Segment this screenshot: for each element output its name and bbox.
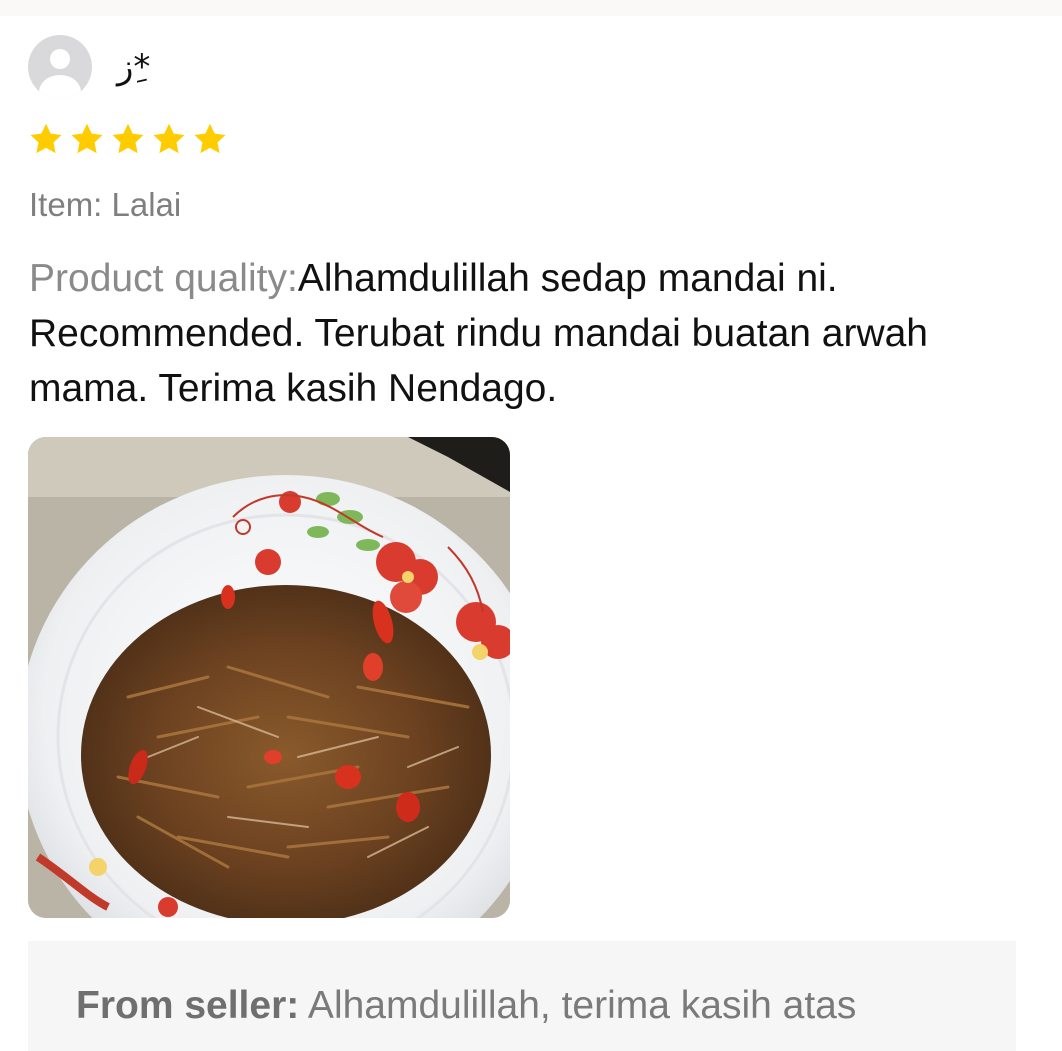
user-avatar-icon[interactable] [28, 35, 92, 99]
reviewer-name: ﺯ*ِ [117, 47, 151, 87]
avatar-body-shape [39, 75, 81, 99]
seller-reply: From seller: Alhamdulillah, terima kasih… [76, 981, 1006, 1031]
review-card: ﺯ*ِ Item: Lalai Product quality:Alhamdul… [0, 0, 1062, 1051]
review-comment: Product quality:Alhamdulillah sedap mand… [29, 251, 1019, 416]
seller-reply-text: Alhamdulillah, terima kasih atas [299, 984, 857, 1027]
star-icon [194, 123, 226, 154]
product-quality-label: Product quality: [29, 257, 298, 300]
item-variation: Item: Lalai [29, 186, 182, 223]
star-icon [30, 123, 62, 154]
star-rating [28, 121, 228, 161]
star-icon [71, 123, 103, 154]
seller-reply-label: From seller: [76, 984, 300, 1027]
star-icon [112, 123, 144, 154]
review-photo[interactable] [28, 437, 510, 918]
food-photo-illustration [28, 437, 510, 918]
avatar-head-shape [50, 49, 70, 69]
star-icon [153, 123, 185, 154]
